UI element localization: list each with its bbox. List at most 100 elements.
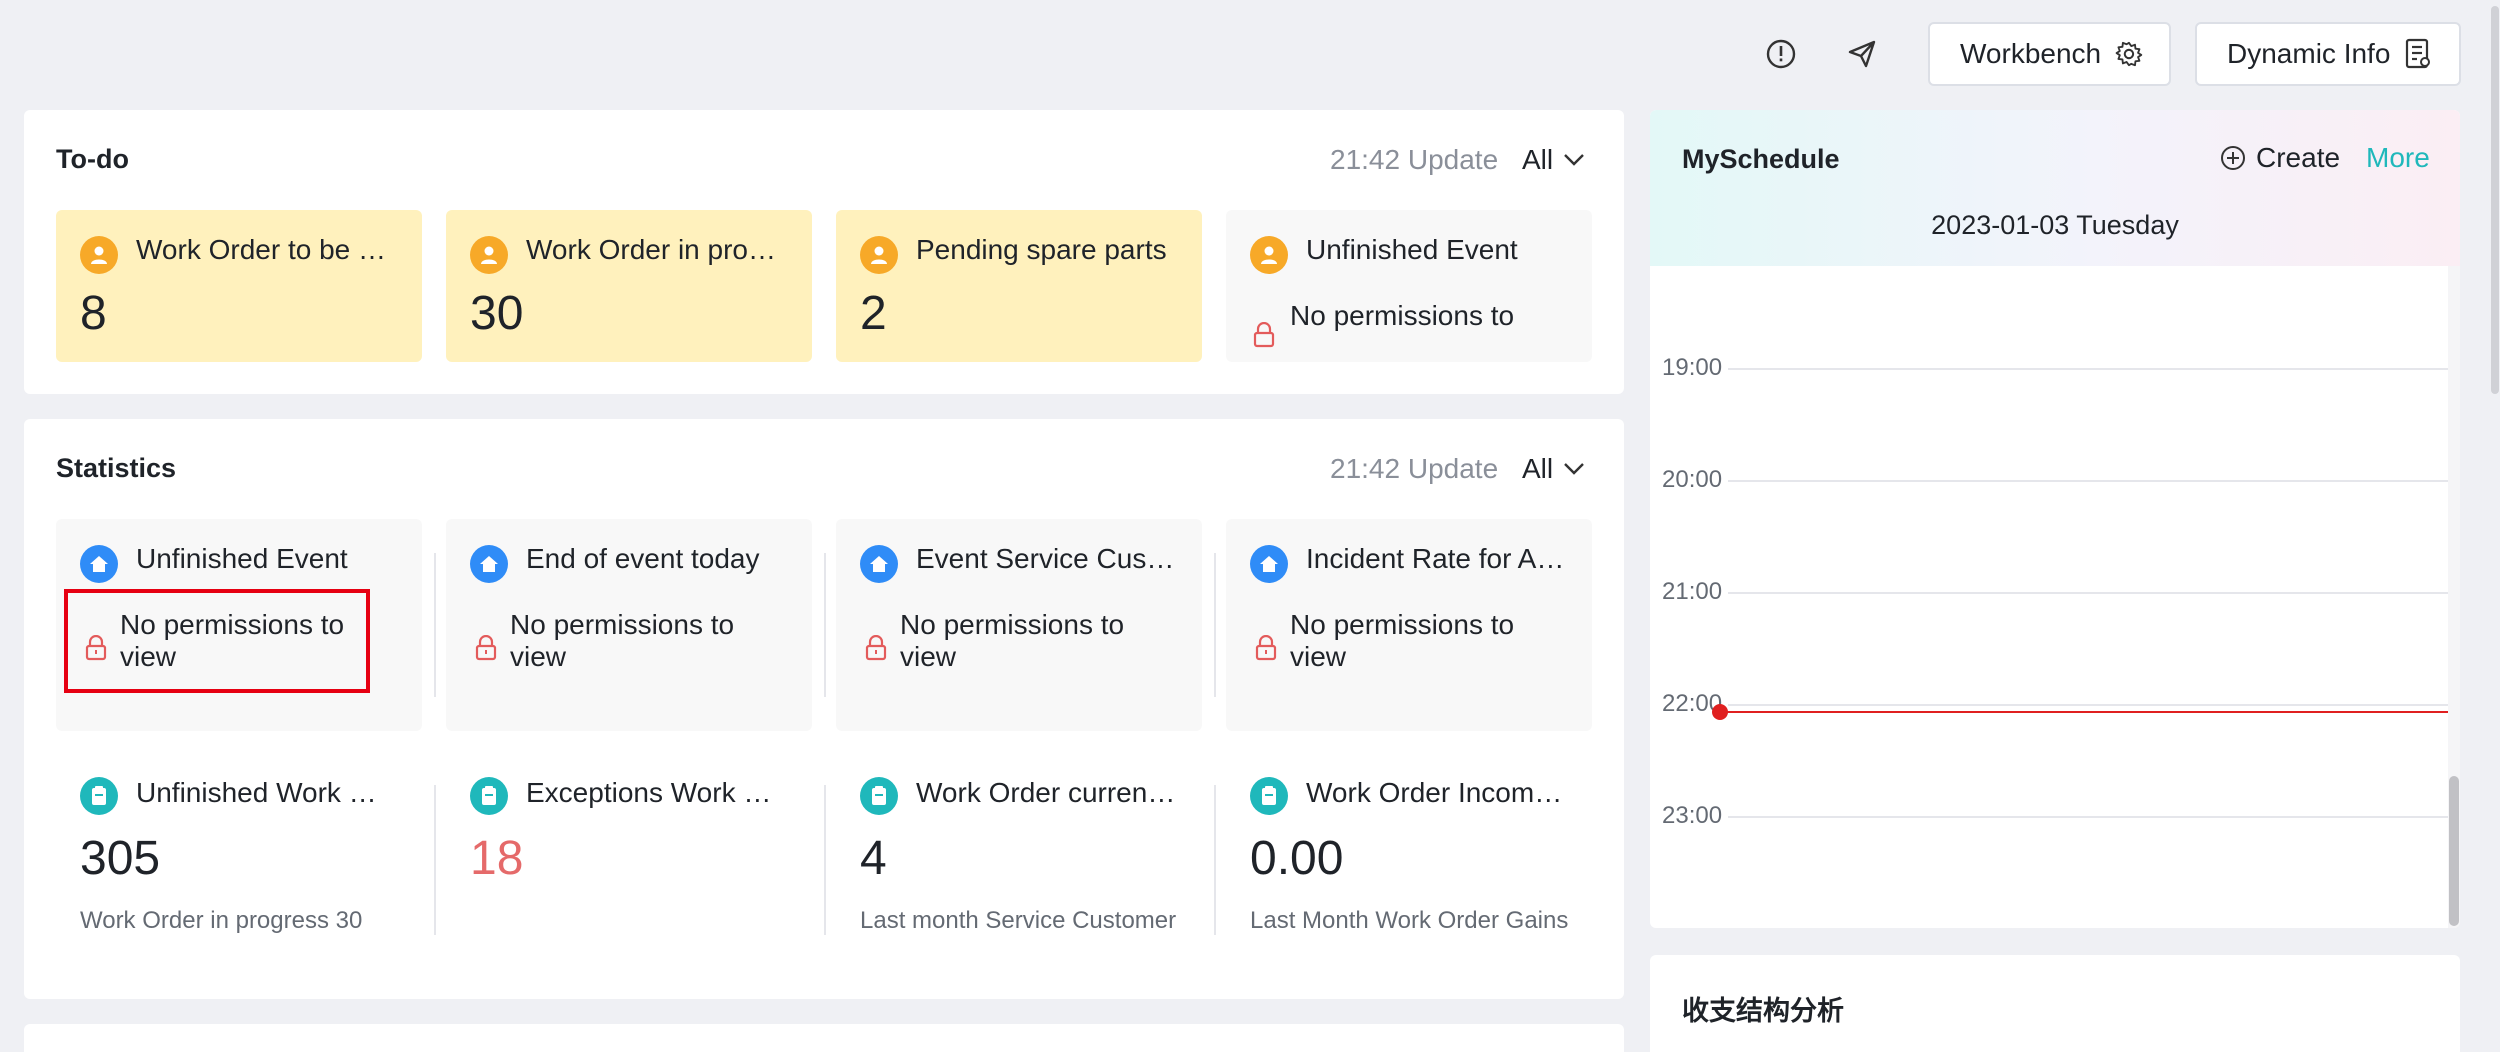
- clipboard-icon: [860, 777, 898, 815]
- schedule-more-link[interactable]: More: [2366, 142, 2430, 174]
- alert-icon[interactable]: [1763, 36, 1799, 72]
- clipboard-icon: [470, 777, 508, 815]
- stat-label: Work Order curren…: [916, 777, 1176, 808]
- statistics-filter-dropdown[interactable]: All: [1522, 453, 1585, 485]
- divider: [434, 553, 436, 697]
- lock-icon: [475, 635, 497, 661]
- workbench-label: Workbench: [1960, 38, 2102, 69]
- no-permission-text: No permissions to view: [1290, 609, 1514, 673]
- todo-card-work-order-pending[interactable]: Work Order to be … 8: [56, 210, 422, 362]
- stat-card-event-service-customer[interactable]: Event Service Cus… No permissions to vie…: [836, 519, 1202, 731]
- schedule-scrollbar[interactable]: [2448, 266, 2460, 928]
- stat-value: 4: [860, 832, 887, 885]
- stat-value: 0.00: [1250, 832, 1344, 885]
- divider: [824, 553, 826, 697]
- stat-work-order-income[interactable]: Work Order Incom… 0.00 Last Month Work O…: [1250, 777, 1600, 947]
- todo-filter-label: All: [1522, 144, 1554, 175]
- schedule-panel: MySchedule Create More 2023-01-03 Tuesda…: [1650, 110, 2460, 928]
- stat-unfinished-work-order[interactable]: Unfinished Work … 305 Work Order in prog…: [80, 777, 410, 947]
- divider: [434, 785, 436, 935]
- statistics-panel: Statistics 21:42 Update All Unfinished E…: [24, 419, 1624, 999]
- no-permission-line1: No permissions to: [510, 609, 735, 640]
- document-icon: [2406, 38, 2431, 69]
- user-icon: [1250, 236, 1288, 274]
- no-permission-line2: view: [900, 641, 957, 672]
- clipboard-icon: [1250, 777, 1288, 815]
- schedule-create-button[interactable]: Create: [2220, 142, 2340, 174]
- schedule-header: [1650, 110, 2460, 266]
- todo-card-label: Pending spare parts: [916, 234, 1167, 265]
- hour-label: 21:00: [1662, 578, 1723, 605]
- schedule-title: MySchedule: [1682, 144, 1840, 174]
- todo-card-label: Work Order to be …: [136, 234, 387, 265]
- hour-label: 19:00: [1662, 354, 1723, 381]
- todo-card-value: 8: [80, 287, 107, 340]
- stat-subtext: Last month Service Customer: [860, 907, 1177, 934]
- current-time-dot: [1712, 704, 1728, 720]
- no-permission-line2: view: [510, 641, 567, 672]
- stat-card-incident-rate[interactable]: Incident Rate for A… No permissions to v…: [1226, 519, 1592, 731]
- divider: [1214, 553, 1216, 697]
- todo-card-value: 2: [860, 287, 887, 340]
- stat-card-label: Event Service Cus…: [916, 543, 1175, 574]
- no-permission-text: No permissions to view: [900, 609, 1124, 673]
- schedule-create-label: Create: [2256, 142, 2341, 173]
- lock-icon: [1255, 635, 1277, 661]
- gear-icon: [2115, 41, 2143, 67]
- todo-card-pending-spare-parts[interactable]: Pending spare parts 2: [836, 210, 1202, 362]
- stat-exceptions-work-order[interactable]: Exceptions Work … 18: [470, 777, 800, 947]
- stat-value: 305: [80, 832, 161, 885]
- income-structure-panel: 收支结构分析: [1650, 955, 2460, 1052]
- user-icon: [860, 236, 898, 274]
- chevron-down-icon: [1564, 463, 1584, 475]
- todo-card-value: 30: [470, 287, 524, 340]
- top-bar: Workbench Dynamic Info: [0, 0, 2500, 108]
- plus-circle-icon: [2221, 146, 2245, 170]
- divider: [824, 785, 826, 935]
- stat-label: Exceptions Work …: [526, 777, 772, 808]
- chevron-down-icon: [1564, 154, 1584, 166]
- stat-card-label: Unfinished Event: [136, 543, 348, 574]
- home-icon: [470, 545, 508, 583]
- bottom-panel: [24, 1024, 1624, 1052]
- divider: [1214, 785, 1216, 935]
- todo-filter-dropdown[interactable]: All: [1522, 144, 1585, 176]
- hour-label: 20:00: [1662, 466, 1723, 493]
- todo-title: To-do: [56, 144, 129, 174]
- current-time-line: [1718, 711, 2460, 713]
- todo-card-unfinished-event[interactable]: Unfinished Event No permissions to: [1226, 210, 1592, 362]
- lock-icon: [865, 635, 887, 661]
- stat-label: Unfinished Work …: [136, 777, 377, 808]
- dynamic-info-button[interactable]: Dynamic Info: [2195, 22, 2461, 86]
- home-icon: [80, 545, 118, 583]
- stat-value: 18: [470, 832, 524, 885]
- todo-card-work-order-in-progress[interactable]: Work Order in pro… 30: [446, 210, 812, 362]
- statistics-filter-label: All: [1522, 453, 1554, 484]
- statistics-title: Statistics: [56, 453, 177, 483]
- lock-icon: [1253, 322, 1275, 348]
- no-permission-line1: No permissions to: [900, 609, 1125, 640]
- no-permission-line1: No permissions to: [1290, 609, 1515, 640]
- stat-work-order-current[interactable]: Work Order curren… 4 Last month Service …: [860, 777, 1190, 947]
- user-icon: [80, 236, 118, 274]
- schedule-scrollbar-thumb[interactable]: [2449, 776, 2459, 926]
- stat-card-label: End of event today: [526, 543, 760, 574]
- no-permission-text: No permissions to view: [510, 609, 734, 673]
- todo-panel: To-do 21:42 Update All Work Order to be …: [24, 110, 1624, 394]
- schedule-date: 2023-01-03 Tuesday: [1931, 210, 2179, 240]
- stat-card-label: Incident Rate for A…: [1306, 543, 1565, 574]
- stat-subtext: Work Order in progress 30: [80, 907, 363, 934]
- no-permission-line2: view: [1290, 641, 1347, 672]
- page-scrollbar[interactable]: [2490, 0, 2500, 1052]
- page-scrollbar-thumb[interactable]: [2491, 6, 2499, 394]
- hour-label: 23:00: [1662, 802, 1723, 829]
- send-icon[interactable]: [1844, 36, 1880, 72]
- dynamic-info-label: Dynamic Info: [2227, 38, 2391, 69]
- workbench-button[interactable]: Workbench: [1928, 22, 2171, 86]
- no-permission-text: No permissions to: [1290, 300, 1515, 331]
- clipboard-icon: [80, 777, 118, 815]
- stat-subtext: Last Month Work Order Gains: [1250, 907, 1569, 934]
- stat-card-end-of-event-today[interactable]: End of event today No permissions to vie…: [446, 519, 812, 731]
- todo-card-label: Unfinished Event: [1306, 234, 1518, 265]
- highlight-box: [64, 589, 370, 693]
